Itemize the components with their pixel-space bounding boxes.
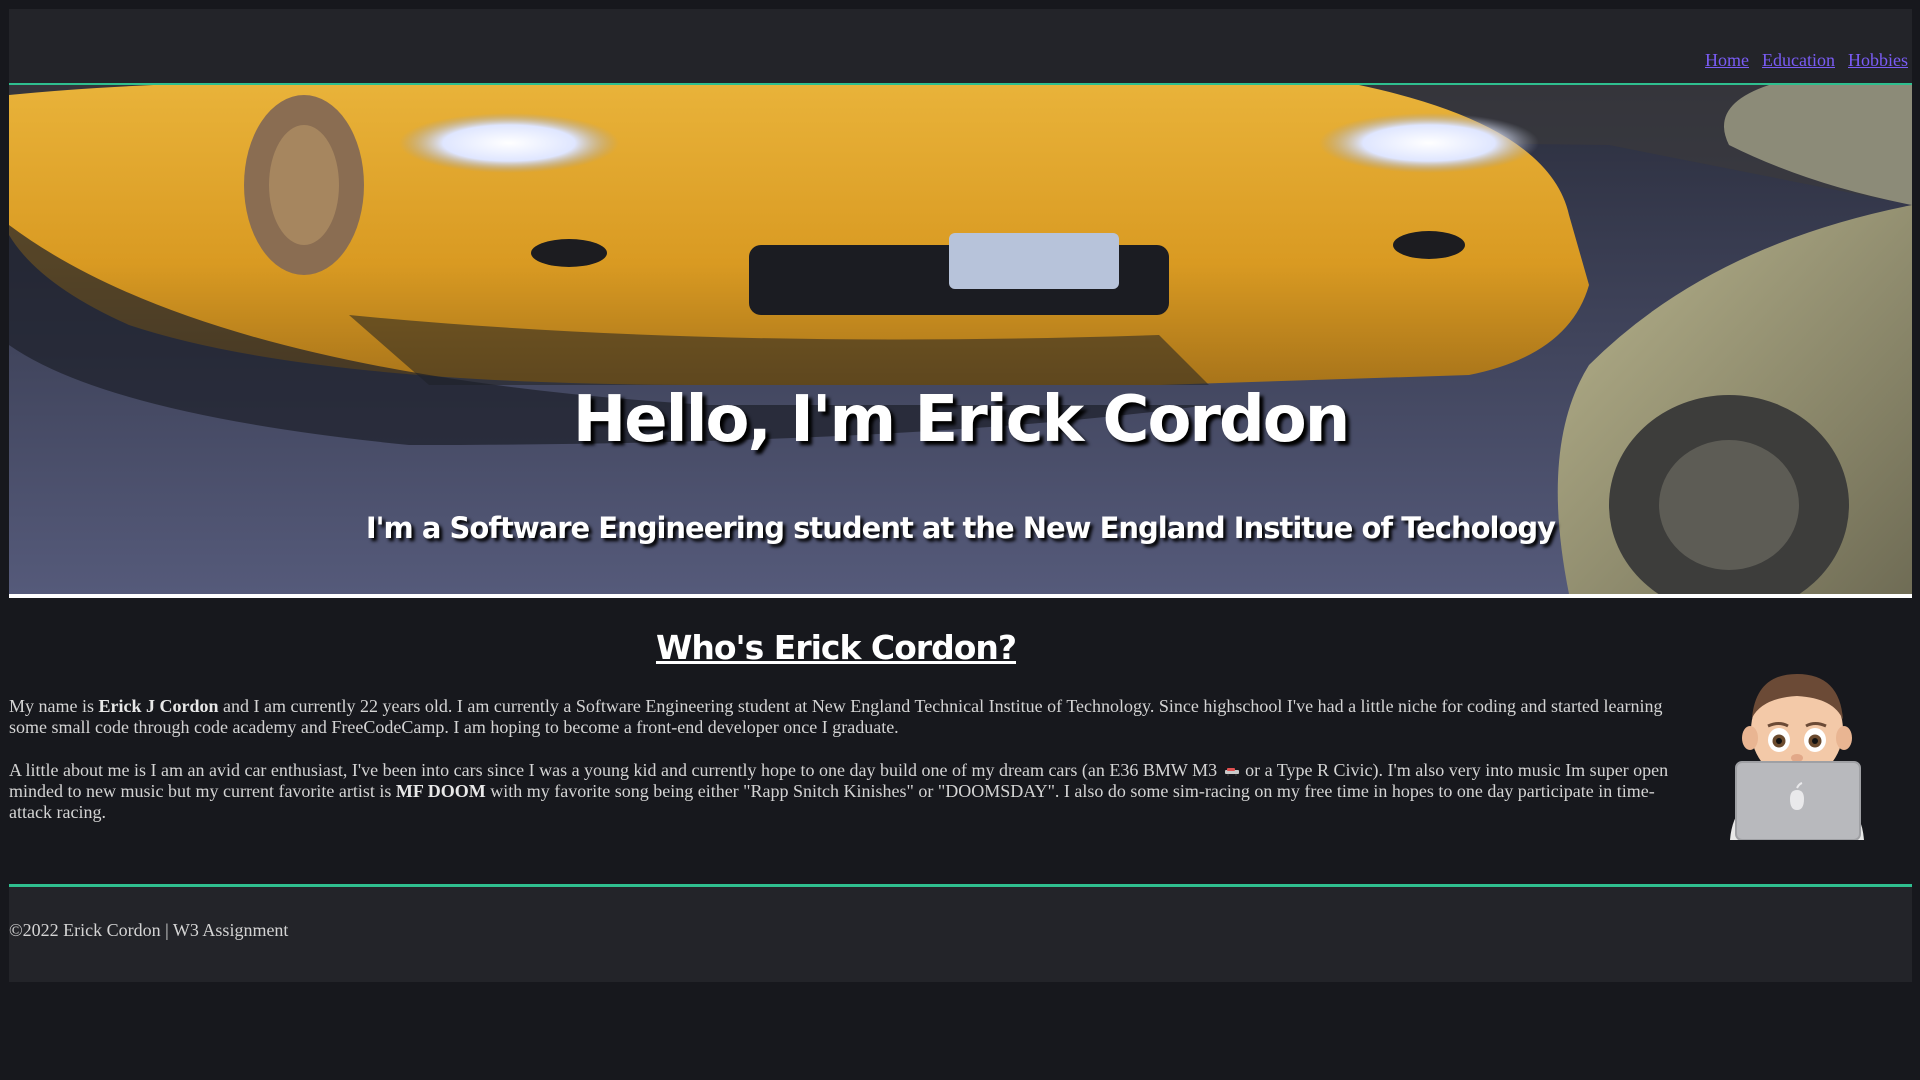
nav-link-home[interactable]: Home <box>1705 50 1749 71</box>
about-text: My name is <box>9 696 99 716</box>
about-text: A little about me is I am an avid car en… <box>9 760 1218 780</box>
about-paragraph-2: A little about me is I am an avid car en… <box>9 760 1669 823</box>
site-footer: ©2022 Erick Cordon | W3 Assignment <box>9 884 1912 982</box>
hero-title: Hello, I'm Erick Cordon <box>572 383 1351 457</box>
hero-banner: Hello, I'm Erick Cordon I'm a Software E… <box>9 85 1912 594</box>
hero-subtitle: I'm a Software Engineering student at th… <box>365 511 1556 545</box>
page: Home Education Hobbies Hello, I'm Erick … <box>0 0 1920 1080</box>
artist-highlight: MF DOOM <box>395 781 486 801</box>
main-nav: Home Education Hobbies <box>1705 50 1908 71</box>
hero-divider <box>9 594 1912 598</box>
nav-link-hobbies[interactable]: Hobbies <box>1848 50 1908 71</box>
about-text: and I am currently 22 years old. I am cu… <box>9 696 1663 737</box>
memoji-avatar-image <box>1730 674 1864 840</box>
site-header: Home Education Hobbies <box>9 9 1912 85</box>
about-paragraph-1: My name is Erick J Cordon and I am curre… <box>9 696 1669 738</box>
car-icon <box>1225 768 1240 777</box>
about-heading: Who's Erick Cordon? <box>655 628 1017 667</box>
name-highlight: Erick J Cordon <box>98 696 219 716</box>
footer-copyright: ©2022 Erick Cordon | W3 Assignment <box>9 920 289 940</box>
nav-link-education[interactable]: Education <box>1762 50 1835 71</box>
